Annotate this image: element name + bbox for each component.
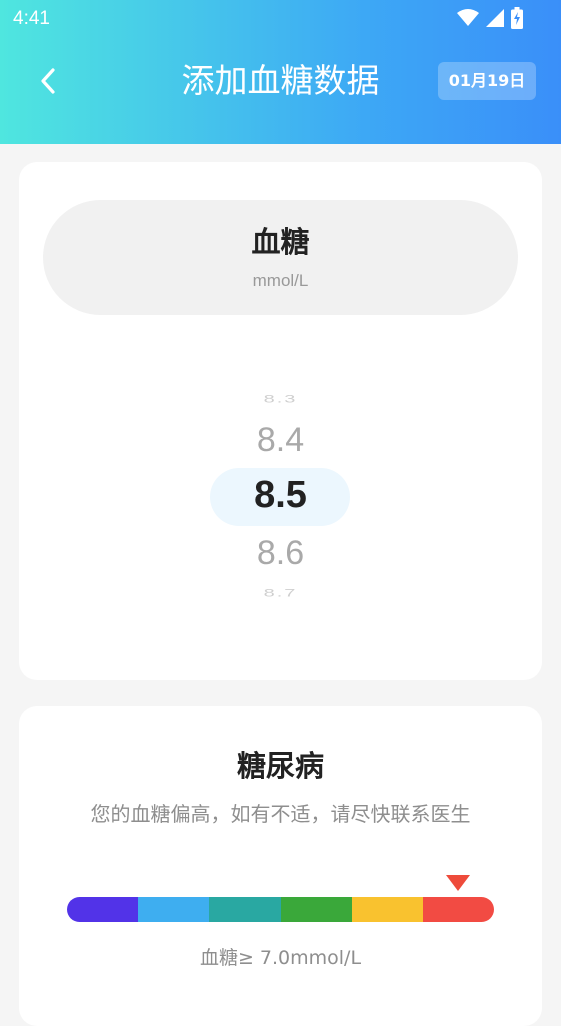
picker-option[interactable]: 8.3	[19, 393, 542, 406]
date-selector[interactable]: 01月19日	[438, 62, 536, 100]
scale-segment	[422, 897, 494, 922]
status-bar: 4:41	[0, 0, 561, 40]
scale-segment	[209, 897, 281, 922]
wifi-icon	[457, 9, 479, 26]
scale-segment	[351, 897, 423, 922]
picker-selected-value[interactable]: 8.5	[19, 474, 542, 517]
measurement-unit: mmol/L	[252, 271, 309, 290]
measurement-label: 血糖	[251, 225, 310, 259]
glucose-scale-bar	[67, 897, 494, 922]
status-time: 4:41	[13, 8, 50, 29]
status-icons	[457, 7, 523, 29]
value-input-card: 血糖 mmol/L 8.3 8.4 8.5 8.6 8.7	[19, 162, 542, 680]
scale-marker-icon	[446, 875, 470, 891]
result-title: 糖尿病	[236, 749, 324, 783]
measurement-type-pill[interactable]: 血糖 mmol/L	[43, 200, 518, 315]
signal-icon	[486, 9, 504, 27]
scale-segment	[67, 897, 139, 922]
result-card: 糖尿病 您的血糖偏高，如有不适，请尽快联系医生 血糖≥ 7.0mmol/L	[19, 706, 542, 1026]
scale-segment	[138, 897, 210, 922]
result-description: 您的血糖偏高，如有不适，请尽快联系医生	[90, 802, 471, 826]
app-header: 4:41 添加血糖数据 01月19日	[0, 0, 561, 144]
scale-segment	[280, 897, 352, 922]
range-label: 血糖≥ 7.0mmol/L	[199, 947, 362, 969]
picker-option[interactable]: 8.6	[19, 534, 542, 573]
picker-option[interactable]: 8.7	[19, 587, 542, 600]
picker-option[interactable]: 8.4	[19, 421, 542, 460]
battery-charging-icon	[511, 7, 523, 29]
